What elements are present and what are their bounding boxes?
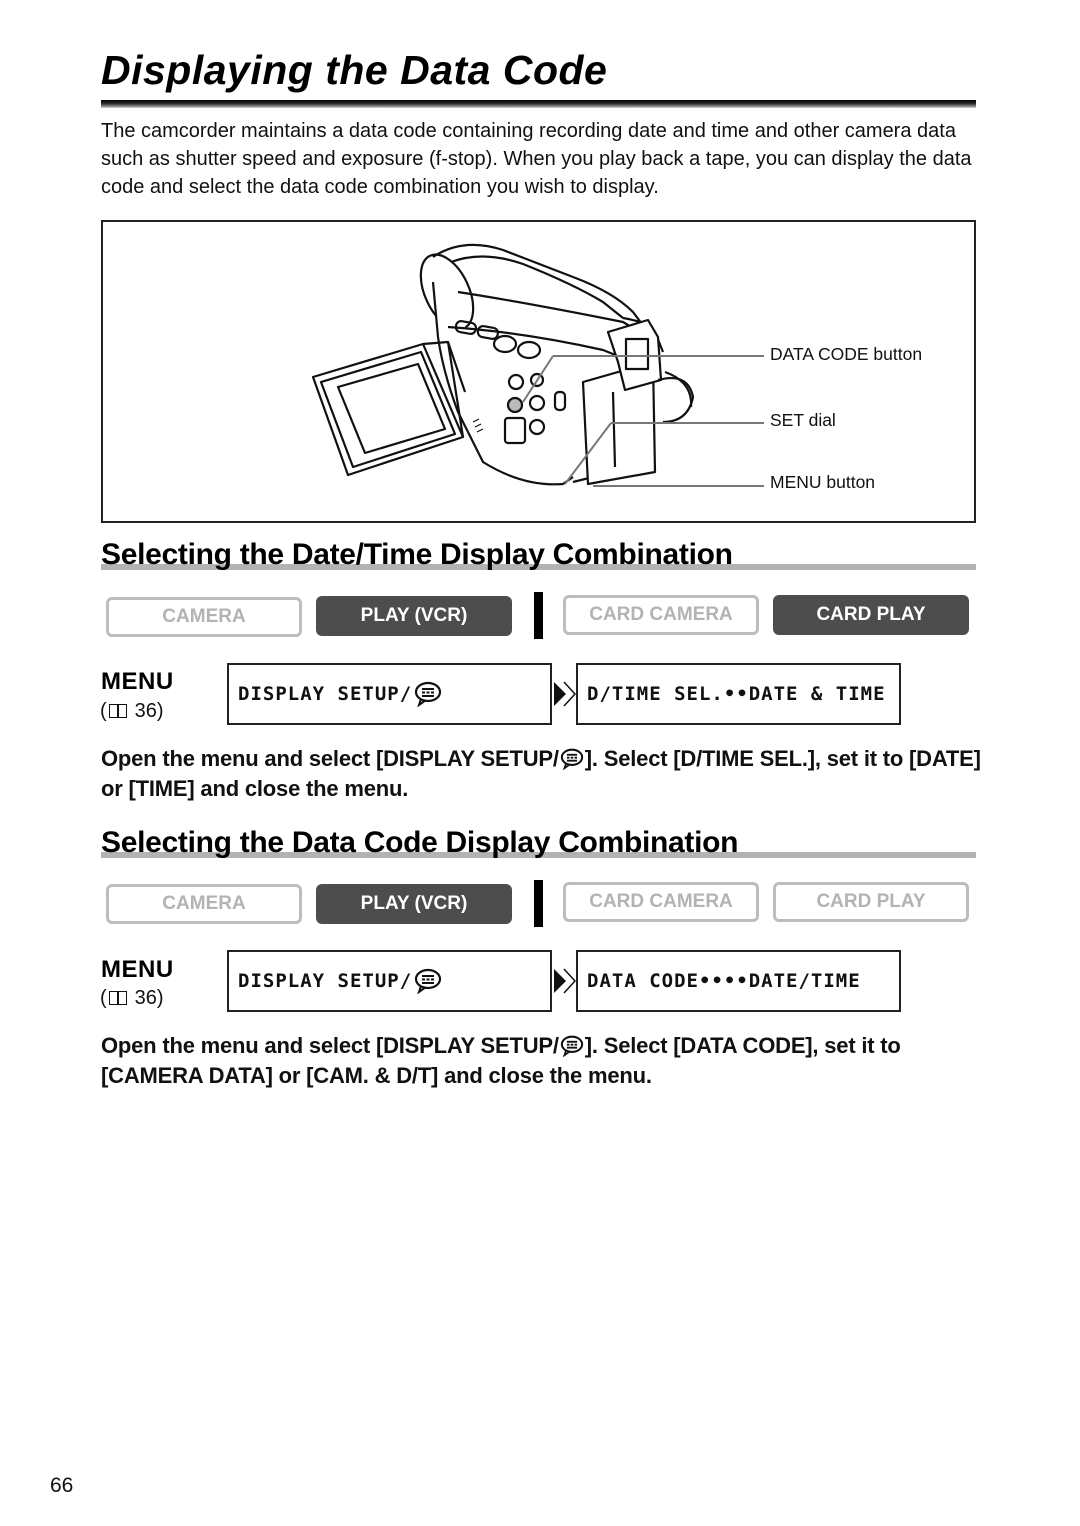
page-number: 66 [50,1474,74,1497]
mode-label: CARD CAMERA [589,604,733,625]
menu-step-text: DISPLAY SETUP/ [238,970,413,992]
instruction-1: Open the menu and select [DISPLAY SETUP/… [101,744,981,804]
instruction-text: Open the menu and select [DISPLAY SETUP/ [101,746,559,771]
intro-paragraph: The camcorder maintains a data code cont… [101,120,972,198]
menu-step-data-code: DATA CODE••••DATE/TIME [576,950,901,1012]
section-1-heading: Selecting the Date/Time Display Combinat… [101,538,733,571]
title-rule [101,100,976,108]
book-icon [108,703,129,720]
mode-card-camera: CARD CAMERA [563,595,759,635]
section-2-heading: Selecting the Data Code Display Combinat… [101,826,739,859]
menu-page-reference: ( 36) [100,987,164,1010]
menu-step-text: DATA CODE••••DATE/TIME [587,970,861,992]
callout-menu-button: MENU button [770,472,876,492]
mode-play-vcr: PLAY (VCR) [316,884,512,924]
paren: ( [100,700,107,722]
menu-step-text: D/TIME SEL.••DATE & TIME [587,683,886,705]
page-ref-number: 36) [134,987,164,1009]
mode-camera: CAMERA [106,884,302,924]
mode-label: PLAY (VCR) [360,893,468,914]
mode-card-camera: CARD CAMERA [563,882,759,922]
paren: ( [100,987,107,1009]
callout-set-dial: SET dial [770,410,836,430]
menu-step-display-setup: DISPLAY SETUP/ [227,663,552,725]
instruction-text: Open the menu and select [DISPLAY SETUP/ [101,1033,559,1058]
speech-bubble-icon [415,681,442,707]
instruction-2: Open the menu and select [DISPLAY SETUP/… [101,1031,981,1091]
page-ref-number: 36) [134,700,164,722]
mode-label: PLAY (VCR) [360,605,468,626]
speech-bubble-icon [415,968,442,994]
mode-separator [534,592,543,639]
mode-card-play: CARD PLAY [773,882,969,922]
mode-separator [534,880,543,927]
mode-label: CARD CAMERA [589,891,733,912]
mode-label: CAMERA [162,893,246,914]
speech-bubble-icon [560,748,583,770]
page-title: Displaying the Data Code [101,47,608,93]
mode-camera: CAMERA [106,597,302,637]
mode-label: CAMERA [162,606,246,627]
menu-label: MENU [101,956,174,983]
book-icon [108,990,129,1007]
menu-page-reference: ( 36) [100,700,164,723]
speech-bubble-icon [560,1035,583,1057]
menu-label: MENU [101,668,174,695]
mode-play-vcr: PLAY (VCR) [316,596,512,636]
camcorder-figure: DATA CODE button SET dial MENU button [101,220,976,523]
menu-step-text: DISPLAY SETUP/ [238,683,413,705]
menu-next-arrow-icon [554,681,576,707]
mode-label: CARD PLAY [816,604,926,625]
menu-next-arrow-icon [554,968,576,994]
mode-label: CARD PLAY [816,891,926,912]
menu-step-display-setup: DISPLAY SETUP/ [227,950,552,1012]
callout-data-code-button: DATA CODE button [770,344,923,364]
menu-step-dtime-sel: D/TIME SEL.••DATE & TIME [576,663,901,725]
mode-card-play: CARD PLAY [773,595,969,635]
